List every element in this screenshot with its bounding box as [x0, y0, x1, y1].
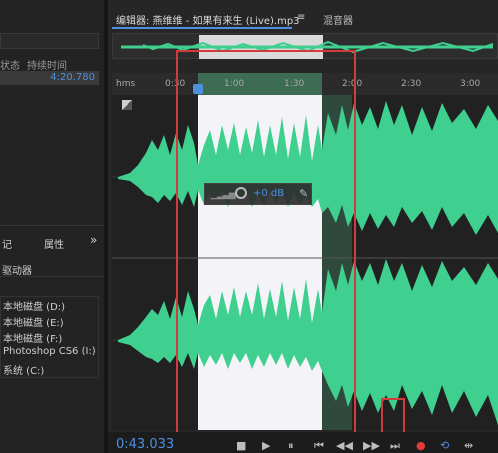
play-button[interactable]: ▶: [262, 439, 270, 452]
drives-section-title: 驱动器: [2, 266, 32, 277]
files-panel: 状态 持续时间 4:20.780 记 属性 » 驱动器 本地磁盘 (D:) 本地…: [0, 0, 104, 453]
fast-forward-button[interactable]: ▶▶: [363, 439, 380, 452]
column-header-status[interactable]: 状态: [0, 57, 20, 72]
column-header-duration[interactable]: 持续时间: [27, 57, 67, 72]
zoom-region-icon[interactable]: [122, 100, 132, 110]
ruler-tick-label: 3:00: [460, 79, 481, 89]
record-button[interactable]: ●: [416, 439, 426, 452]
current-time: 0:43.033: [116, 437, 175, 452]
skip-forward-button[interactable]: ⏭: [390, 439, 400, 453]
tab-properties[interactable]: 属性: [44, 236, 64, 251]
tab-editor[interactable]: 编辑器: 燕维维 - 如果有来生 (Live).mp3: [116, 12, 300, 27]
rewind-button[interactable]: ◀◀: [336, 439, 353, 452]
tab-menu-icon[interactable]: ≡: [297, 12, 305, 23]
pause-button[interactable]: ⏸: [288, 439, 294, 453]
drive-item[interactable]: 本地磁盘 (E:): [3, 314, 64, 329]
ruler-tick-label: 2:30: [401, 79, 422, 89]
ruler-unit-label: hms: [116, 79, 136, 89]
drive-item[interactable]: Photoshop CS6 (I:): [3, 346, 96, 357]
loop-button[interactable]: ⟲: [440, 439, 449, 452]
drive-item[interactable]: 本地磁盘 (D:): [3, 298, 65, 313]
drives-list: 本地磁盘 (D:) 本地磁盘 (E:) 本地磁盘 (F:) Photoshop …: [0, 296, 99, 378]
panel-separator: [0, 225, 104, 226]
annotation-red-box: [176, 50, 356, 435]
active-tab-indicator: [112, 27, 292, 29]
skip-back-button[interactable]: ⏮: [314, 439, 324, 453]
annotation-red-box-small: [381, 398, 405, 435]
drive-item[interactable]: 系统 (C:): [3, 362, 44, 377]
drive-item[interactable]: 本地磁盘 (F:): [3, 330, 62, 345]
tab-mixer[interactable]: 混音器: [323, 12, 353, 27]
tab-history[interactable]: 记: [2, 236, 12, 251]
stop-button[interactable]: ■: [236, 439, 246, 452]
skip-selection-button[interactable]: ⇹: [464, 439, 473, 452]
file-row-selected[interactable]: 4:20.780: [0, 71, 99, 85]
file-duration: 4:20.780: [50, 72, 95, 83]
section-divider: [0, 276, 104, 277]
files-search-input[interactable]: [0, 33, 99, 49]
panel-overflow-icon[interactable]: »: [90, 233, 97, 247]
